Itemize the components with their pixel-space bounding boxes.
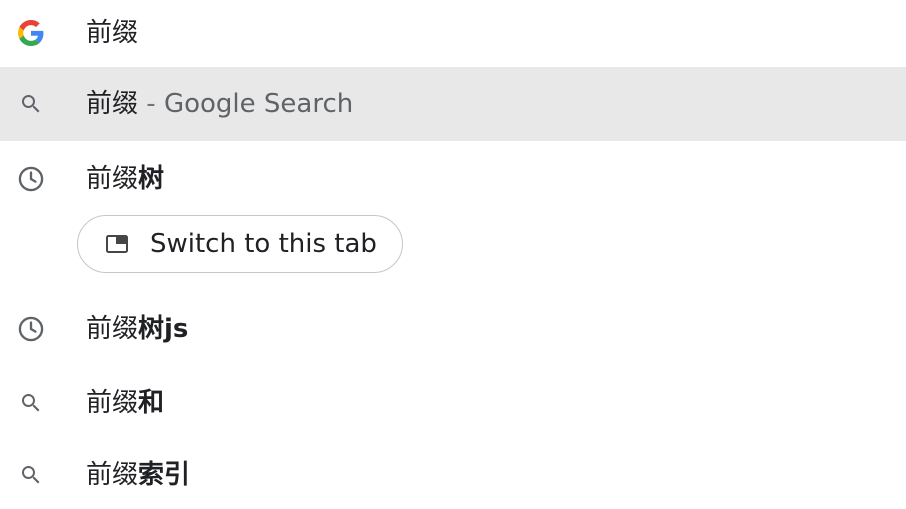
suggestion-prefix: 前缀 bbox=[86, 459, 139, 490]
search-icon bbox=[17, 389, 45, 417]
suggestion-suffix: Google Search bbox=[163, 89, 354, 119]
history-clock-icon bbox=[17, 165, 45, 193]
suggestion-text: 前缀和 bbox=[86, 386, 164, 420]
suggestion-prefix: 前缀 bbox=[86, 314, 139, 344]
suggestion-search[interactable]: 前缀和 bbox=[0, 366, 906, 440]
suggestion-text: 前缀 - Google Search bbox=[86, 87, 353, 121]
suggestion-suffix: 索引 bbox=[138, 459, 191, 490]
history-clock-icon bbox=[17, 315, 45, 343]
omnibox-input-text: 前缀 bbox=[86, 18, 139, 48]
suggestion-prefix: 前缀 bbox=[86, 89, 139, 119]
suggestion-text: 前缀树js bbox=[86, 312, 188, 346]
suggestion-suffix: 树 bbox=[138, 164, 165, 194]
switch-to-tab-label: Switch to this tab bbox=[150, 229, 377, 259]
suggestion-text: 前缀树 bbox=[86, 162, 164, 196]
omnibox-input-row[interactable]: 前缀 bbox=[0, 0, 906, 66]
google-g-icon bbox=[17, 19, 45, 47]
suggestion-separator: - bbox=[138, 89, 164, 119]
suggestion-history[interactable]: 前缀树 bbox=[0, 142, 906, 216]
suggestion-history[interactable]: 前缀树js bbox=[0, 292, 906, 366]
suggestion-suffix: 树js bbox=[138, 314, 189, 344]
suggestion-text: 前缀索引 bbox=[86, 458, 190, 492]
switch-tab-icon bbox=[106, 235, 128, 253]
omnibox-dropdown: 前缀 前缀 - Google Search 前缀树 Switch to this… bbox=[0, 0, 906, 509]
suggestion-prefix: 前缀 bbox=[86, 164, 139, 194]
suggestion-suffix: 和 bbox=[138, 388, 165, 418]
suggestion-search[interactable]: 前缀索引 bbox=[0, 440, 906, 509]
search-icon bbox=[17, 461, 45, 489]
suggestion-prefix: 前缀 bbox=[86, 388, 139, 418]
suggestion-google-search[interactable]: 前缀 - Google Search bbox=[0, 67, 906, 141]
search-icon bbox=[17, 90, 45, 118]
switch-to-tab-button[interactable]: Switch to this tab bbox=[77, 215, 403, 273]
